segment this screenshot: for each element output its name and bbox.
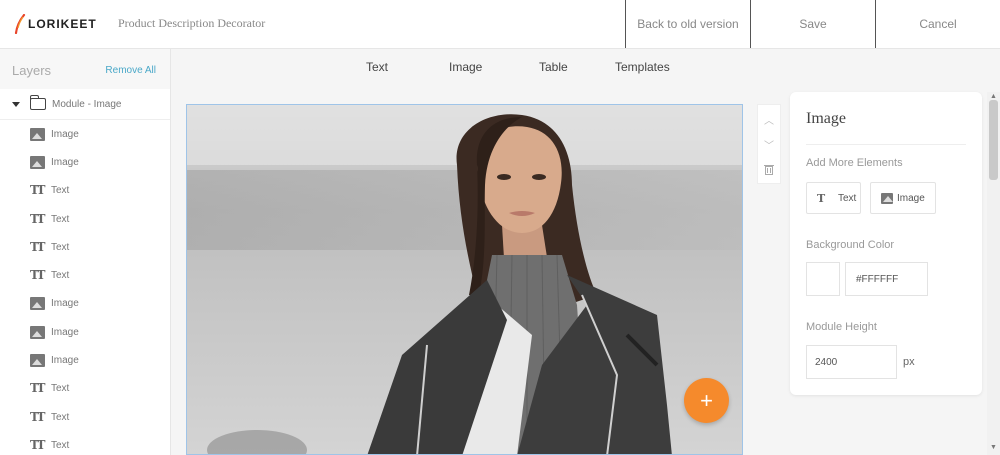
text-icon: TT — [30, 409, 45, 424]
layer-item[interactable]: TT Text — [0, 233, 170, 261]
layer-item-label: Text — [51, 213, 70, 225]
layer-item[interactable]: Image — [0, 120, 170, 148]
background-color-input[interactable]: #FFFFFF — [845, 262, 928, 296]
scroll-down-icon[interactable]: ▼ — [987, 441, 1000, 453]
cancel-button[interactable]: Cancel — [875, 0, 1000, 48]
scroll-thumb[interactable] — [989, 100, 998, 180]
layer-item-label: Text — [51, 185, 70, 197]
image-icon — [30, 127, 45, 141]
layer-item[interactable]: TT Text — [0, 431, 170, 455]
text-icon: T — [817, 191, 825, 205]
app-title: Product Description Decorator — [118, 16, 266, 30]
add-more-elements-label: Add More Elements — [806, 157, 903, 169]
layer-item[interactable]: TT Text — [0, 261, 170, 289]
add-image-label: Image — [897, 192, 925, 204]
layer-item[interactable]: Image — [0, 290, 170, 318]
layer-list: Image Image TT Text TT Text TT Text TT Text Image I… — [0, 120, 170, 455]
add-element-fab[interactable]: + — [684, 378, 729, 423]
layer-item[interactable]: Image — [0, 148, 170, 176]
module-canvas[interactable] — [186, 104, 743, 455]
divider — [806, 144, 966, 145]
module-height-label: Module Height — [806, 321, 877, 333]
add-text-button[interactable]: T Text — [806, 182, 861, 214]
tab-templates[interactable]: Templates — [615, 60, 670, 74]
logo: LORIKEET — [14, 13, 97, 35]
layer-module-label: Module - Image — [52, 98, 122, 110]
layer-item-label: Text — [51, 383, 70, 395]
product-photo-model-image — [187, 105, 742, 454]
layer-item[interactable]: TT Text — [0, 403, 170, 431]
remove-all-link[interactable]: Remove All — [105, 65, 156, 76]
properties-title: Image — [806, 110, 846, 127]
text-icon: TT — [30, 268, 45, 283]
tab-image[interactable]: Image — [449, 60, 482, 74]
tab-table[interactable]: Table — [539, 60, 568, 74]
color-swatch[interactable] — [806, 262, 840, 296]
layers-title: Layers — [12, 63, 52, 78]
layer-item-label: Image — [51, 326, 79, 338]
image-icon — [30, 354, 45, 368]
move-up-icon[interactable]: ︿ — [758, 107, 780, 131]
tab-text[interactable]: Text — [366, 60, 388, 74]
layer-item[interactable]: TT Text — [0, 375, 170, 403]
element-toolbar: Text Image Table Templates — [171, 49, 1000, 89]
caret-down-icon[interactable] — [12, 101, 20, 107]
layer-item-label: Image — [51, 128, 79, 140]
image-icon — [30, 297, 45, 311]
layer-item[interactable]: TT Text — [0, 205, 170, 233]
trash-icon[interactable] — [758, 157, 780, 181]
layer-item-label: Text — [51, 241, 70, 253]
layer-item-label: Image — [51, 298, 79, 310]
layer-item[interactable]: Image — [0, 318, 170, 346]
feather-logo-icon — [14, 14, 26, 34]
text-icon: TT — [30, 239, 45, 254]
background-color-label: Background Color — [806, 239, 895, 251]
scrollbar[interactable]: ▲ ▼ — [987, 92, 1000, 455]
properties-panel: Image Add More Elements T Text Image Bac… — [790, 92, 982, 395]
module-height-input[interactable]: 2400 — [806, 345, 897, 379]
text-icon: TT — [30, 183, 45, 198]
image-icon — [881, 192, 893, 204]
layer-item-label: Text — [51, 439, 70, 451]
text-icon: TT — [30, 437, 45, 452]
image-icon — [30, 325, 45, 339]
layer-module[interactable]: Module - Image — [0, 89, 170, 120]
top-header: LORIKEET Product Description Decorator B… — [0, 0, 1000, 49]
logo-text: LORIKEET — [28, 17, 97, 31]
layer-item-label: Image — [51, 156, 79, 168]
back-to-old-version-button[interactable]: Back to old version — [625, 0, 750, 48]
text-icon: TT — [30, 381, 45, 396]
layer-item[interactable]: TT Text — [0, 177, 170, 205]
layer-item-label: Image — [51, 355, 79, 367]
image-icon — [30, 155, 45, 169]
unit-label: px — [903, 356, 915, 368]
folder-icon — [29, 95, 46, 110]
text-icon: TT — [30, 211, 45, 226]
layer-item[interactable]: Image — [0, 346, 170, 374]
save-button[interactable]: Save — [750, 0, 875, 48]
module-controls: ︿ ﹀ — [757, 104, 781, 184]
layer-item-label: Text — [51, 411, 70, 423]
layers-panel: Layers Remove All Module - Image Image Im… — [0, 49, 171, 455]
add-text-label: Text — [838, 192, 857, 204]
layer-item-label: Text — [51, 270, 70, 282]
add-image-button[interactable]: Image — [870, 182, 936, 214]
layers-header: Layers Remove All — [0, 49, 170, 89]
move-down-icon[interactable]: ﹀ — [758, 132, 780, 156]
